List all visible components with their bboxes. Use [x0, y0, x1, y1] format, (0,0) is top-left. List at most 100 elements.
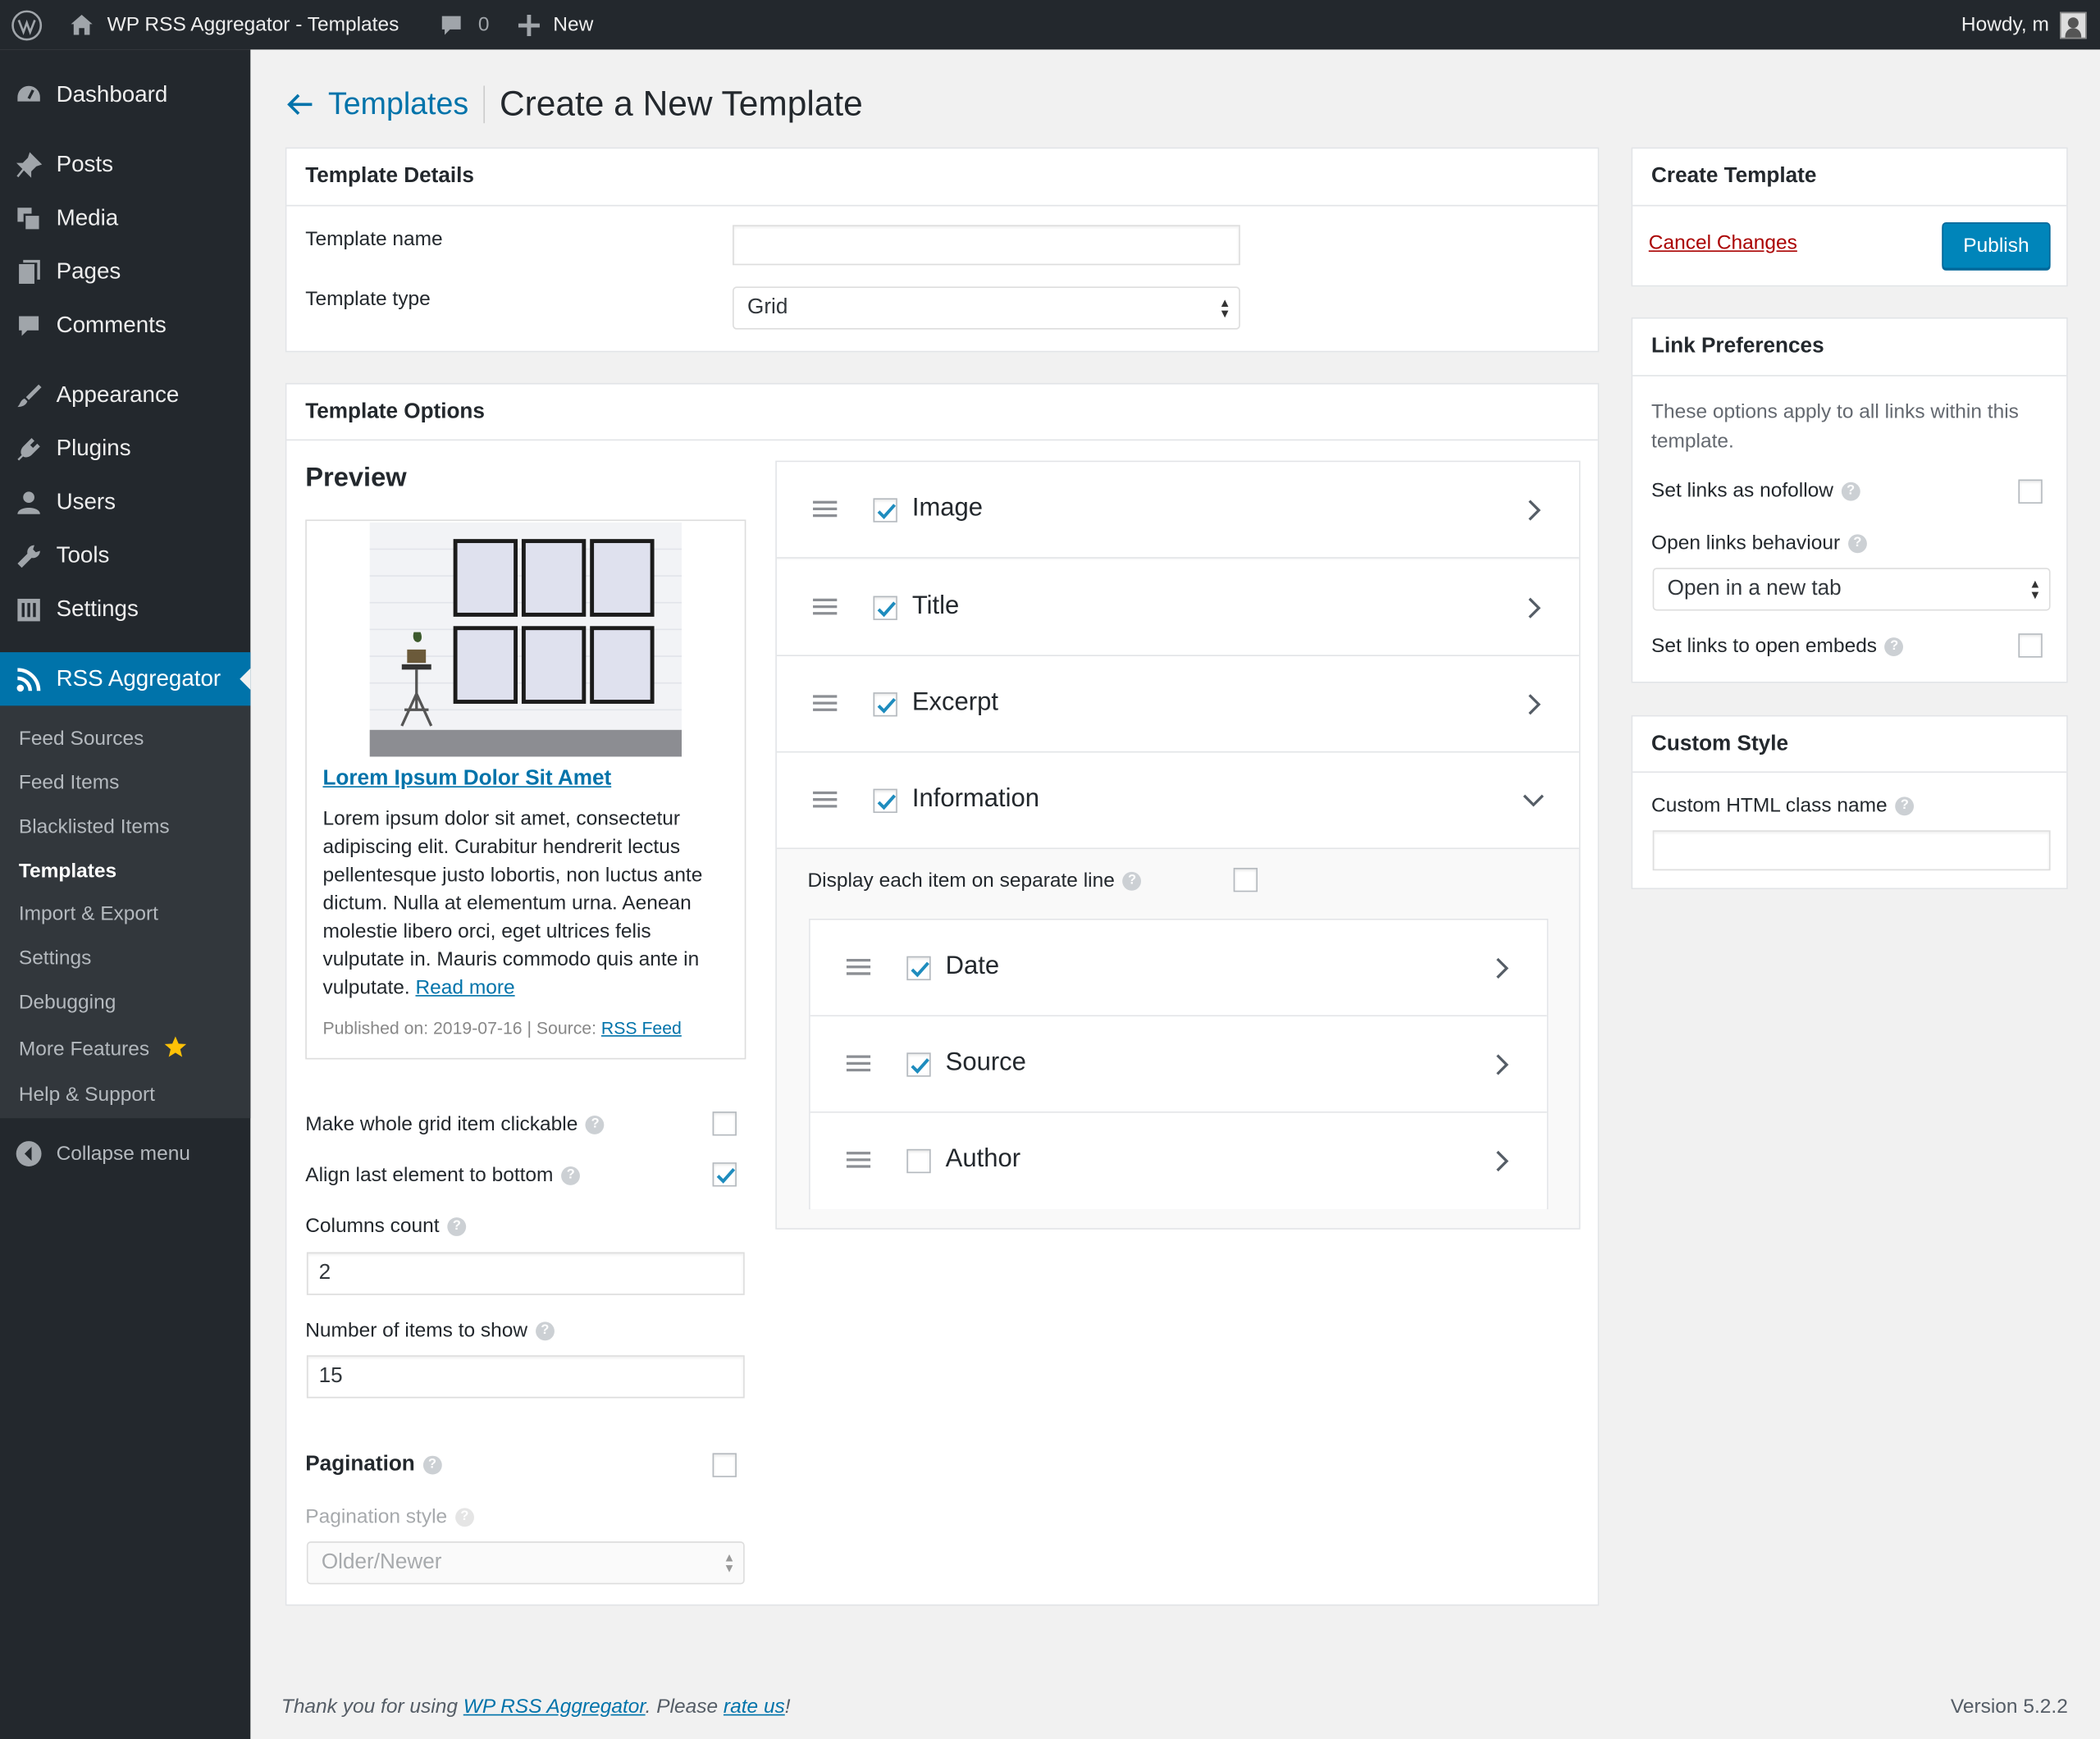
pagination-checkbox[interactable]: [712, 1453, 737, 1477]
menu-posts[interactable]: Posts: [0, 138, 250, 191]
chevron-down-icon[interactable]: [1522, 793, 1545, 810]
wordpress-logo-icon[interactable]: [11, 0, 43, 49]
help-icon[interactable]: ?: [1841, 482, 1860, 501]
publish-button[interactable]: Publish: [1942, 222, 2051, 270]
checkmark-icon: [877, 794, 897, 810]
collapse-menu-button[interactable]: Collapse menu: [0, 1126, 250, 1180]
help-icon[interactable]: ?: [422, 1455, 442, 1475]
drag-handle-icon[interactable]: [813, 694, 838, 713]
template-name-input[interactable]: [733, 225, 1240, 266]
rate-us-link[interactable]: rate us: [724, 1696, 785, 1718]
help-icon[interactable]: ?: [1884, 637, 1904, 657]
divider: [286, 439, 1598, 441]
drag-handle-icon[interactable]: [846, 957, 871, 976]
submenu-templates[interactable]: Templates: [19, 860, 116, 883]
subfield-checkbox[interactable]: [906, 1052, 931, 1077]
cancel-changes-link[interactable]: Cancel Changes: [1649, 231, 1797, 254]
drag-handle-icon[interactable]: [813, 597, 838, 616]
menu-tools[interactable]: Tools: [0, 529, 250, 582]
help-icon[interactable]: ?: [1895, 796, 1915, 816]
help-icon[interactable]: ?: [1847, 534, 1867, 554]
field-checkbox[interactable]: [873, 692, 897, 717]
source-link[interactable]: RSS Feed: [601, 1018, 682, 1038]
subfield-row-date[interactable]: Date: [810, 920, 1547, 1017]
plugin-link[interactable]: WP RSS Aggregator: [463, 1696, 646, 1718]
columns-input[interactable]: 2: [306, 1252, 745, 1295]
submenu-blacklisted-items[interactable]: Blacklisted Items: [19, 815, 170, 838]
separate-line-checkbox[interactable]: [1233, 867, 1258, 892]
field-checkbox[interactable]: [873, 788, 897, 814]
back-link[interactable]: Templates: [285, 85, 468, 121]
help-icon[interactable]: ?: [586, 1116, 605, 1134]
submenu-debugging[interactable]: Debugging: [19, 991, 116, 1014]
menu-users[interactable]: Users: [0, 476, 250, 529]
help-icon[interactable]: ?: [1122, 871, 1142, 891]
menu-media[interactable]: Media: [0, 191, 250, 244]
chevron-right-icon[interactable]: [1493, 956, 1509, 980]
link-prefs-description: These options apply to all links within …: [1651, 400, 2019, 453]
class-name-input[interactable]: [1652, 830, 2051, 871]
chevron-right-icon[interactable]: [1493, 1052, 1509, 1076]
submenu-feed-items[interactable]: Feed Items: [19, 771, 119, 794]
submenu-settings[interactable]: Settings: [19, 947, 91, 970]
subfield-row-source[interactable]: Source: [810, 1016, 1547, 1113]
field-row-information[interactable]: Information: [776, 752, 1579, 850]
align-checkbox[interactable]: [712, 1162, 737, 1187]
drag-handle-icon[interactable]: [813, 790, 838, 809]
drag-handle-icon[interactable]: [846, 1150, 871, 1169]
pagination-style-select[interactable]: Older/Newer ▲ ▼: [306, 1541, 745, 1585]
footer-thanks: Thank you for using WP RSS Aggregator. P…: [281, 1696, 791, 1718]
divider: [1632, 771, 2067, 774]
help-icon[interactable]: ?: [535, 1321, 555, 1341]
preview-heading: Preview: [305, 463, 407, 493]
chevron-right-icon[interactable]: [1526, 596, 1542, 620]
subfield-row-author[interactable]: Author: [810, 1112, 1547, 1210]
site-home-link[interactable]: WP RSS Aggregator - Templates: [70, 0, 399, 49]
clickable-checkbox[interactable]: [712, 1111, 737, 1136]
chevron-right-icon[interactable]: [1493, 1149, 1509, 1173]
field-row-excerpt[interactable]: Excerpt: [776, 655, 1579, 753]
help-icon[interactable]: ?: [561, 1166, 581, 1185]
subfield-checkbox[interactable]: [906, 1148, 931, 1174]
chevron-right-icon[interactable]: [1526, 498, 1542, 522]
site-name: WP RSS Aggregator - Templates: [107, 13, 399, 37]
collapse-label: Collapse menu: [56, 1141, 190, 1165]
menu-comments[interactable]: Comments: [0, 299, 250, 352]
select-arrows-icon: ▲ ▼: [1218, 295, 1231, 321]
comments-link[interactable]: 0: [440, 0, 489, 49]
menu-plugins[interactable]: Plugins: [0, 422, 250, 475]
submenu-help-support[interactable]: Help & Support: [19, 1084, 155, 1107]
chevron-right-icon[interactable]: [1526, 692, 1542, 716]
field-row-title[interactable]: Title: [776, 559, 1579, 656]
items-option: Number of items to show?: [305, 1319, 555, 1342]
subfield-checkbox[interactable]: [906, 956, 931, 981]
drag-handle-icon[interactable]: [846, 1054, 871, 1073]
field-checkbox[interactable]: [873, 498, 897, 523]
select-value: Open in a new tab: [1667, 577, 1842, 600]
field-checkbox[interactable]: [873, 596, 897, 620]
items-input[interactable]: 15: [306, 1355, 745, 1399]
template-type-select[interactable]: Grid ▲ ▼: [733, 286, 1240, 330]
menu-settings[interactable]: Settings: [0, 582, 250, 636]
embeds-checkbox[interactable]: [2018, 633, 2043, 658]
class-name-label: Custom HTML class name: [1651, 794, 1888, 817]
behaviour-select[interactable]: Open in a new tab ▲ ▼: [1652, 568, 2051, 611]
read-more-link[interactable]: Read more: [415, 976, 514, 999]
menu-rss-aggregator[interactable]: RSS Aggregator: [0, 652, 251, 706]
submenu-more-features[interactable]: More Features: [19, 1035, 187, 1061]
embeds-option: Set links to open embeds?: [1651, 635, 1904, 658]
new-content-link[interactable]: New: [518, 0, 593, 49]
field-row-image[interactable]: Image: [776, 462, 1579, 559]
submenu-feed-sources[interactable]: Feed Sources: [19, 728, 144, 751]
arrow-left-icon: [287, 93, 313, 115]
drag-handle-icon[interactable]: [813, 500, 838, 518]
menu-dashboard[interactable]: Dashboard: [0, 68, 250, 121]
help-icon[interactable]: ?: [447, 1217, 467, 1236]
help-icon[interactable]: ?: [454, 1508, 474, 1527]
nofollow-checkbox[interactable]: [2018, 479, 2043, 504]
preview-item-title-link[interactable]: Lorem Ipsum Dolor Sit Amet: [322, 768, 611, 792]
account-menu[interactable]: Howdy, m: [1961, 0, 2087, 49]
submenu-import-export[interactable]: Import & Export: [19, 902, 158, 925]
menu-appearance[interactable]: Appearance: [0, 368, 250, 422]
menu-pages[interactable]: Pages: [0, 245, 250, 299]
